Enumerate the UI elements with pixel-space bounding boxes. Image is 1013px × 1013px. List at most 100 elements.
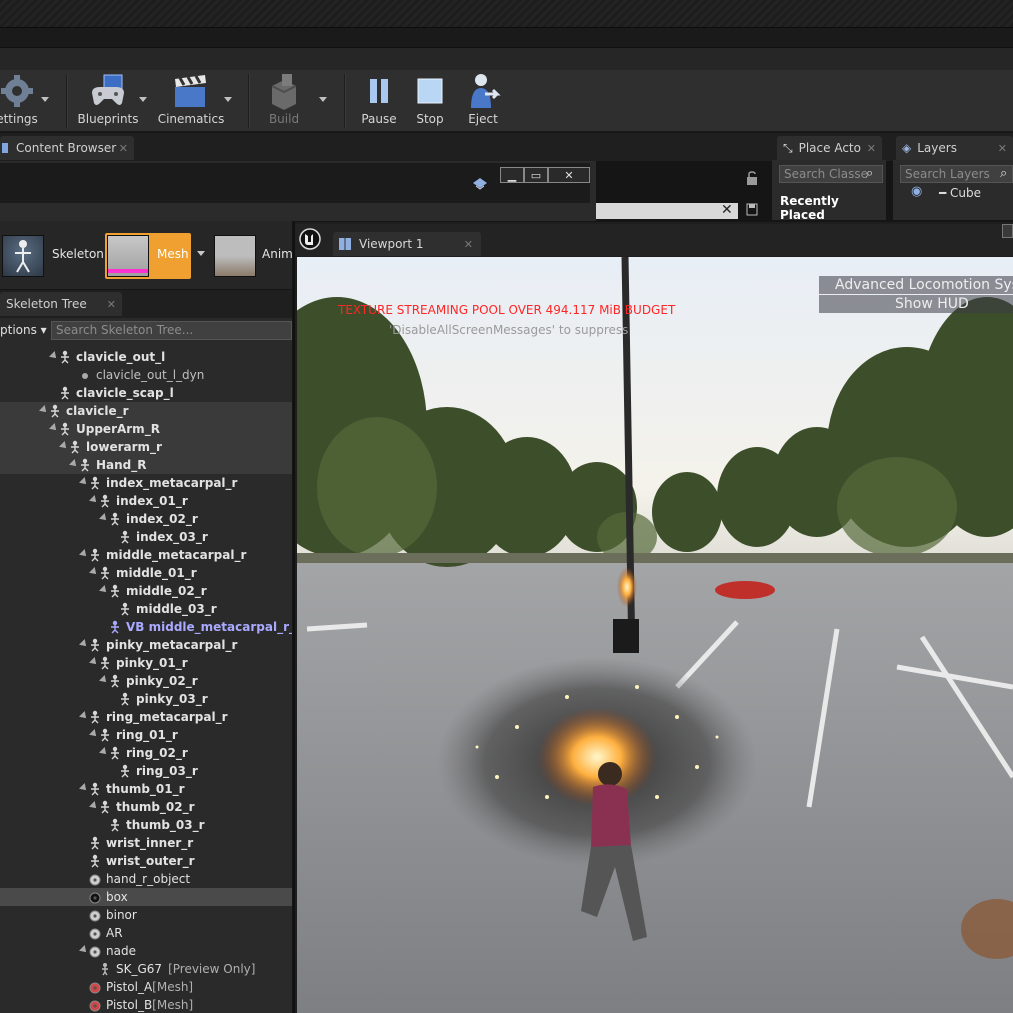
tree-row[interactable]: thumb_03_r	[0, 816, 292, 834]
tab-skeleton-tree[interactable]: Skeleton Tree ✕	[0, 292, 122, 316]
tree-row[interactable]: pinky_02_r	[0, 672, 292, 690]
close-icon[interactable]: ✕	[119, 142, 128, 155]
tree-row[interactable]: clavicle_scap_l	[0, 384, 292, 402]
tree-row-label: index_metacarpal_r	[106, 476, 238, 490]
tree-row-label: Hand_R	[96, 458, 147, 472]
close-icon[interactable]: ✕	[107, 298, 116, 311]
bone-icon	[108, 674, 122, 688]
recently-placed-category[interactable]: Recently Placed	[780, 194, 886, 222]
tab-place-actors[interactable]: ⤡ Place Acto ✕	[777, 136, 882, 160]
tree-row-label: middle_03_r	[136, 602, 217, 616]
blueprints-button[interactable]: Blueprints	[78, 70, 139, 132]
tree-row[interactable]: middle_03_r	[0, 600, 292, 618]
layer-item[interactable]: ━ Cube	[939, 186, 981, 200]
settings-button[interactable]: ettings	[0, 70, 42, 132]
tree-row[interactable]: middle_metacarpal_r	[0, 546, 292, 564]
tree-row[interactable]: Hand_R	[0, 456, 292, 474]
tree-row-label: middle_01_r	[116, 566, 197, 580]
skeleton-mode-button[interactable]: Skeleton	[2, 233, 104, 279]
tree-row[interactable]: ring_03_r	[0, 762, 292, 780]
close-icon[interactable]: ✕	[867, 142, 876, 155]
save-icon[interactable]	[746, 203, 758, 216]
mesh-mode-button[interactable]: Mesh	[105, 233, 191, 279]
pause-icon	[359, 72, 399, 110]
tree-row[interactable]: wrist_outer_r	[0, 852, 292, 870]
socket-icon	[88, 872, 102, 886]
tree-row[interactable]: nade	[0, 942, 292, 960]
tree-row[interactable]: pinky_metacarpal_r	[0, 636, 292, 654]
layer-icon: ━	[939, 186, 951, 200]
tree-row[interactable]: clavicle_out_l	[0, 348, 292, 366]
minimize-window-button[interactable]: ▁	[500, 167, 524, 183]
tab-content-browser[interactable]: Content Browser ✕	[0, 136, 134, 160]
toolbar-separator	[344, 74, 345, 128]
tree-row[interactable]: middle_01_r	[0, 564, 292, 582]
tree-row[interactable]: index_metacarpal_r	[0, 474, 292, 492]
tree-row[interactable]: lowerarm_r	[0, 438, 292, 456]
tree-row[interactable]: Pistol_B[Mesh]	[0, 996, 292, 1013]
skeleton-tree-search-input[interactable]: Search Skeleton Tree...	[51, 321, 292, 340]
tree-row-suffix: [Mesh]	[152, 980, 194, 994]
import-icon[interactable]	[472, 177, 488, 191]
viewport-window-button[interactable]	[1002, 224, 1013, 238]
blueprints-dropdown-caret[interactable]	[139, 97, 147, 102]
tree-row[interactable]: Pistol_A[Mesh]	[0, 978, 292, 996]
options-dropdown[interactable]: ptions ▾	[0, 323, 47, 337]
build-dropdown-caret[interactable]	[319, 97, 327, 102]
pause-button[interactable]: Pause	[356, 70, 402, 132]
bone-icon	[118, 530, 132, 544]
mesh-thumbnail-icon	[107, 235, 149, 277]
tree-row[interactable]: index_01_r	[0, 492, 292, 510]
clear-filter-icon[interactable]: ✕	[721, 202, 733, 218]
stop-button[interactable]: Stop	[408, 70, 452, 132]
tree-row[interactable]: ring_02_r	[0, 744, 292, 762]
viewport-scene[interactable]: TEXTURE STREAMING POOL OVER 494.117 MiB …	[297, 257, 1013, 1013]
tree-row[interactable]: SK_G67 [Preview Only]	[0, 960, 292, 978]
tree-row[interactable]: clavicle_out_l_dyn	[0, 366, 292, 384]
tree-row[interactable]: binor	[0, 906, 292, 924]
dynamic-bone-icon	[78, 368, 92, 382]
als-debug-title: Advanced Locomotion Syste	[819, 276, 1013, 294]
tree-row[interactable]: ring_metacarpal_r	[0, 708, 292, 726]
tree-row[interactable]: clavicle_r	[0, 402, 292, 420]
close-icon[interactable]: ✕	[998, 142, 1007, 155]
visibility-eye-icon[interactable]: ◉	[911, 184, 922, 199]
tree-row-label: middle_02_r	[126, 584, 207, 598]
layers-search-input[interactable]: Search Layers	[900, 165, 1013, 183]
tree-row[interactable]: middle_02_r	[0, 582, 292, 600]
als-show-hud-toggle[interactable]: Show HUD	[819, 295, 1013, 313]
settings-dropdown-caret[interactable]	[41, 97, 49, 102]
close-icon[interactable]: ✕	[464, 238, 473, 251]
tree-row[interactable]: index_02_r	[0, 510, 292, 528]
tree-row[interactable]: pinky_01_r	[0, 654, 292, 672]
tree-row-label: clavicle_out_l	[76, 350, 166, 364]
animation-mode-button[interactable]: Anim	[214, 233, 292, 279]
tree-row[interactable]: thumb_01_r	[0, 780, 292, 798]
mesh-dropdown-caret[interactable]	[197, 251, 205, 256]
tree-row[interactable]: UpperArm_R	[0, 420, 292, 438]
search-icon: ⌕	[1000, 166, 1008, 181]
cinematics-dropdown-caret[interactable]	[224, 97, 232, 102]
cinematics-button[interactable]: Cinematics	[158, 70, 224, 132]
socket-icon	[88, 944, 102, 958]
eject-person-icon	[463, 72, 503, 110]
content-browser-filter-field[interactable]	[596, 203, 738, 219]
tree-row[interactable]: pinky_03_r	[0, 690, 292, 708]
tab-viewport-1[interactable]: Viewport 1 ✕	[333, 232, 481, 256]
tree-row[interactable]: VB middle_metacarpal_r_mid	[0, 618, 292, 636]
tree-row[interactable]: hand_r_object	[0, 870, 292, 888]
close-window-button[interactable]: ✕	[548, 167, 590, 183]
tree-row[interactable]: AR	[0, 924, 292, 942]
tab-layers[interactable]: ◈ Layers ✕	[896, 136, 1013, 160]
maximize-window-button[interactable]: ▭	[524, 167, 548, 183]
tree-row[interactable]: wrist_inner_r	[0, 834, 292, 852]
tree-row[interactable]: thumb_02_r	[0, 798, 292, 816]
tree-row[interactable]: index_03_r	[0, 528, 292, 546]
build-button[interactable]: Build	[259, 70, 309, 132]
lock-icon[interactable]	[746, 171, 758, 185]
tree-row[interactable]: ring_01_r	[0, 726, 292, 744]
place-actors-panel: Search Classe ⌕ Recently Placed	[772, 160, 886, 222]
eject-button[interactable]: Eject	[458, 70, 508, 132]
tree-row[interactable]: box	[0, 888, 292, 906]
tree-row-label: Pistol_A	[106, 980, 153, 994]
